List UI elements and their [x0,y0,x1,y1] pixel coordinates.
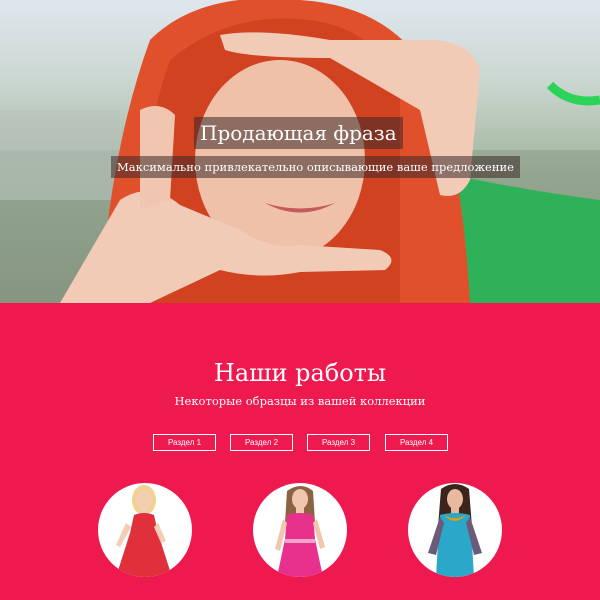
tab-section-1[interactable]: Раздел 1 [153,434,216,451]
portfolio-item-blue-dress[interactable] [408,483,502,577]
hero-subline: Максимально привлекательно описывающие в… [111,156,520,178]
tab-section-2[interactable]: Раздел 2 [230,434,293,451]
tab-section-3[interactable]: Раздел 3 [307,434,370,451]
works-subtitle: Некоторые образцы из вашей коллекции [174,394,426,408]
portfolio-item-pink-dress[interactable] [253,483,347,577]
works-title: Наши работы [213,359,387,387]
works-section: Наши работы Некоторые образцы из вашей к… [0,303,600,600]
hero-section: Продающая фраза Максимально привлекатель… [0,0,600,303]
portfolio-item-red-dress[interactable] [98,483,192,577]
hero-headline: Продающая фраза [194,117,403,149]
hero-photo [0,0,600,303]
tab-section-4[interactable]: Раздел 4 [385,434,448,451]
